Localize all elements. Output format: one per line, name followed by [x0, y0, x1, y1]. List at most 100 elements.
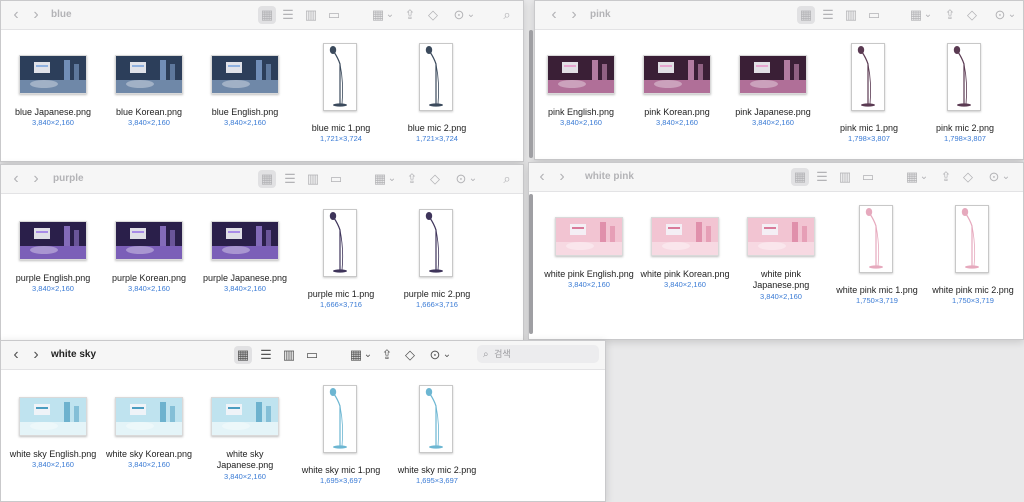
file-item[interactable]: white pink English.png 3,840×2,160 — [541, 205, 637, 315]
file-name: white sky mic 1.png — [301, 465, 381, 475]
group-icon[interactable]: ▦ — [373, 170, 387, 188]
list-view-icon[interactable]: ☰ — [280, 6, 296, 24]
list-view-icon[interactable]: ☰ — [820, 6, 836, 24]
more-icon[interactable]: ⊙ — [452, 6, 466, 24]
file-item[interactable]: purple Japanese.png 3,840×2,160 — [197, 209, 293, 319]
gallery-view-icon[interactable]: ▭ — [860, 168, 876, 186]
file-item[interactable]: pink English.png 3,840×2,160 — [535, 43, 629, 153]
tag-icon[interactable]: ◇ — [961, 168, 975, 186]
chevron-down-icon[interactable]: ⌄ — [387, 170, 397, 188]
grid-view-icon[interactable]: ▦ — [234, 346, 252, 364]
group-icon[interactable]: ▦ — [905, 168, 919, 186]
column-view-icon[interactable]: ▥ — [305, 170, 321, 188]
share-icon[interactable]: ⇪ — [403, 6, 417, 24]
share-icon[interactable]: ⇪ — [405, 170, 419, 188]
mic-thumbnail — [947, 43, 981, 111]
forward-icon[interactable]: › — [29, 6, 43, 24]
chevron-down-icon[interactable]: ⌄ — [468, 170, 478, 188]
file-item[interactable]: white sky mic 2.png 1,695×3,697 — [389, 385, 485, 495]
more-icon[interactable]: ⊙ — [987, 168, 1001, 186]
tag-icon[interactable]: ◇ — [403, 346, 417, 364]
gallery-view-icon[interactable]: ▭ — [326, 6, 342, 24]
chevron-down-icon[interactable]: ⌄ — [466, 6, 476, 24]
chevron-down-icon[interactable]: ⌄ — [919, 168, 929, 186]
gallery-view-icon[interactable]: ▭ — [304, 346, 320, 364]
back-icon[interactable]: ‹ — [535, 168, 549, 186]
more-icon[interactable]: ⊙ — [454, 170, 468, 188]
finder-window-pink: ‹ › pink ▦ ☰ ▥ ▭ ▦ ⌄ ⇪ ◇ ⊙ ⌄ pink Englis… — [534, 0, 1024, 160]
share-icon[interactable]: ⇪ — [380, 346, 394, 364]
chevron-down-icon[interactable]: ⌄ — [923, 6, 933, 24]
column-view-icon[interactable]: ▥ — [843, 6, 859, 24]
chevron-down-icon[interactable]: ⌄ — [442, 346, 452, 364]
chevron-down-icon[interactable]: ⌄ — [1007, 6, 1017, 24]
file-item[interactable]: blue mic 1.png 1,721×3,724 — [293, 43, 389, 153]
column-view-icon[interactable]: ▥ — [837, 168, 853, 186]
grid-view-icon[interactable]: ▦ — [258, 170, 276, 188]
back-icon[interactable]: ‹ — [9, 170, 23, 188]
group-icon[interactable]: ▦ — [371, 6, 385, 24]
file-dimensions: 3,840×2,160 — [128, 460, 170, 469]
chevron-down-icon[interactable]: ⌄ — [1001, 168, 1011, 186]
forward-icon[interactable]: › — [567, 6, 581, 24]
file-item[interactable]: purple Korean.png 3,840×2,160 — [101, 209, 197, 319]
search-icon[interactable]: ⌕ — [500, 170, 514, 188]
group-icon[interactable]: ▦ — [909, 6, 923, 24]
share-icon[interactable]: ⇪ — [939, 168, 953, 186]
file-item[interactable]: blue mic 2.png 1,721×3,724 — [389, 43, 485, 153]
file-item[interactable]: blue Japanese.png 3,840×2,160 — [5, 43, 101, 153]
forward-icon[interactable]: › — [29, 346, 43, 364]
grid-view-icon[interactable]: ▦ — [791, 168, 809, 186]
grid-view-icon[interactable]: ▦ — [797, 6, 815, 24]
file-name: pink mic 1.png — [839, 123, 899, 133]
file-item[interactable]: purple mic 1.png 1,666×3,716 — [293, 209, 389, 319]
share-icon[interactable]: ⇪ — [943, 6, 957, 24]
list-view-icon[interactable]: ☰ — [282, 170, 298, 188]
file-item[interactable]: blue Korean.png 3,840×2,160 — [101, 43, 197, 153]
file-name: white pink English.png — [544, 269, 634, 279]
file-item[interactable]: purple mic 2.png 1,666×3,716 — [389, 209, 485, 319]
file-item[interactable]: pink mic 2.png 1,798×3,807 — [917, 43, 1013, 153]
forward-icon[interactable]: › — [29, 170, 43, 188]
tag-icon[interactable]: ◇ — [965, 6, 979, 24]
more-icon[interactable]: ⊙ — [428, 346, 442, 364]
file-item[interactable]: pink mic 1.png 1,798×3,807 — [821, 43, 917, 153]
file-item[interactable]: white pink mic 1.png 1,750×3,719 — [829, 205, 925, 315]
list-view-icon[interactable]: ☰ — [814, 168, 830, 186]
file-name: blue mic 1.png — [311, 123, 371, 133]
scrollbar[interactable] — [529, 194, 533, 334]
file-item[interactable]: purple English.png 3,840×2,160 — [5, 209, 101, 319]
grid-view-icon[interactable]: ▦ — [258, 6, 276, 24]
search-field[interactable]: ⌕ 검색 — [477, 345, 599, 363]
tag-icon[interactable]: ◇ — [428, 170, 442, 188]
column-view-icon[interactable]: ▥ — [303, 6, 319, 24]
more-icon[interactable]: ⊙ — [993, 6, 1007, 24]
back-icon[interactable]: ‹ — [9, 6, 23, 24]
file-item[interactable]: white sky mic 1.png 1,695×3,697 — [293, 385, 389, 495]
file-item[interactable]: pink Korean.png 3,840×2,160 — [629, 43, 725, 153]
column-view-icon[interactable]: ▥ — [281, 346, 297, 364]
back-icon[interactable]: ‹ — [9, 346, 23, 364]
list-view-icon[interactable]: ☰ — [258, 346, 274, 364]
file-item[interactable]: white sky Korean.png 3,840×2,160 — [101, 385, 197, 495]
chevron-down-icon[interactable]: ⌄ — [363, 346, 373, 364]
file-name: pink English.png — [547, 107, 615, 117]
scrollbar[interactable] — [529, 30, 533, 158]
file-item[interactable]: white pink mic 2.png 1,750×3,719 — [925, 205, 1021, 315]
file-item[interactable]: white sky Japanese.png 3,840×2,160 — [197, 385, 293, 495]
search-icon: ⌕ — [483, 349, 489, 360]
forward-icon[interactable]: › — [555, 168, 569, 186]
file-item[interactable]: white pink Korean.png 3,840×2,160 — [637, 205, 733, 315]
search-icon[interactable]: ⌕ — [500, 6, 514, 24]
file-item[interactable]: blue English.png 3,840×2,160 — [197, 43, 293, 153]
stage-thumbnail — [211, 221, 279, 260]
file-item[interactable]: pink Japanese.png 3,840×2,160 — [725, 43, 821, 153]
file-item[interactable]: white pink Japanese.png 3,840×2,160 — [733, 205, 829, 315]
group-icon[interactable]: ▦ — [349, 346, 363, 364]
gallery-view-icon[interactable]: ▭ — [866, 6, 882, 24]
chevron-down-icon[interactable]: ⌄ — [385, 6, 395, 24]
file-item[interactable]: white sky English.png 3,840×2,160 — [5, 385, 101, 495]
gallery-view-icon[interactable]: ▭ — [328, 170, 344, 188]
back-icon[interactable]: ‹ — [547, 6, 561, 24]
tag-icon[interactable]: ◇ — [426, 6, 440, 24]
